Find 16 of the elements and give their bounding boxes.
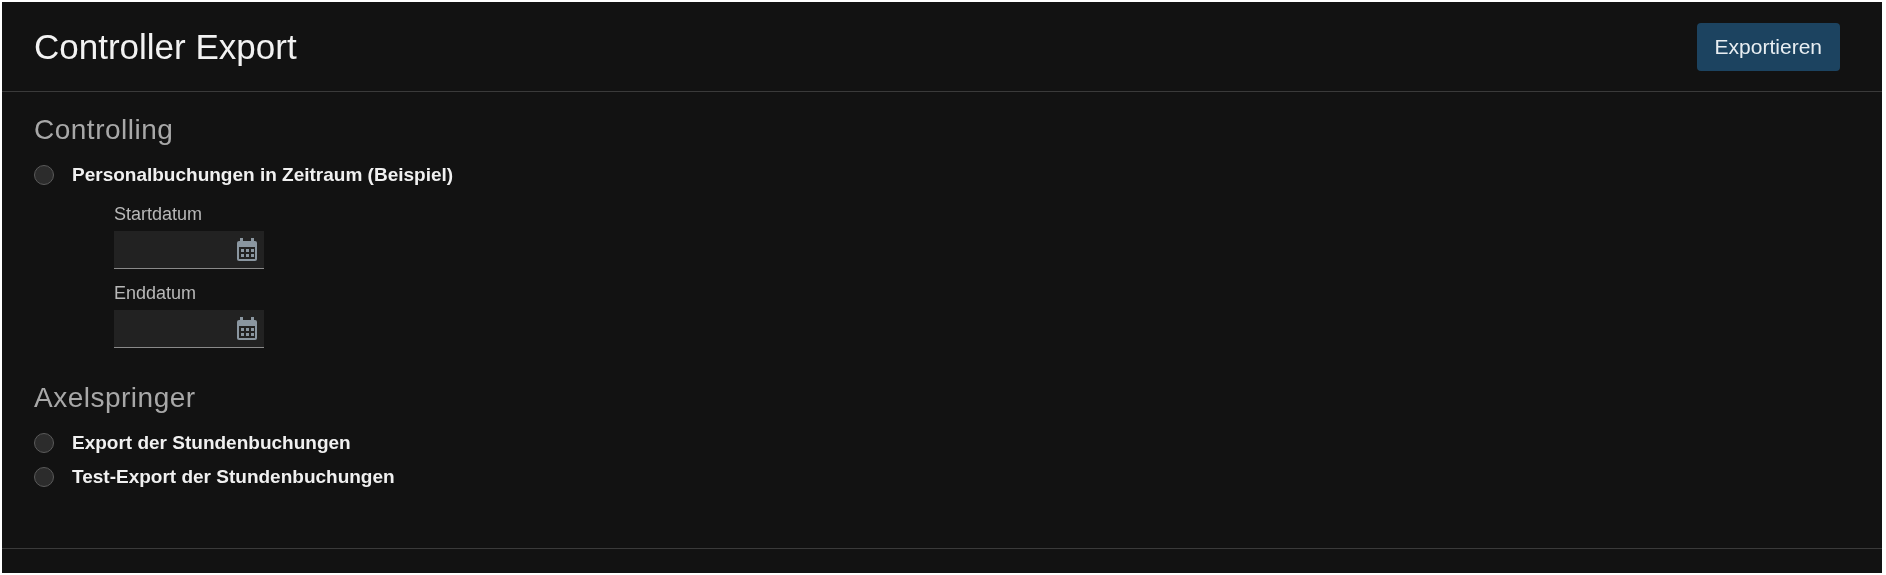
field-label: Enddatum bbox=[114, 283, 198, 304]
option-label[interactable]: Personalbuchungen in Zeitraum (Beispiel) bbox=[72, 164, 454, 186]
page-title: Controller Export bbox=[34, 26, 297, 67]
section-title: Controlling bbox=[34, 114, 175, 146]
option-label[interactable]: Test-Export der Stundenbuchungen bbox=[72, 466, 395, 488]
radio-button[interactable] bbox=[34, 165, 54, 185]
section-title: Axelspringer bbox=[34, 382, 197, 414]
date-field[interactable] bbox=[114, 310, 264, 348]
option-label[interactable]: Export der Stundenbuchungen bbox=[72, 432, 351, 454]
calendar-icon[interactable] bbox=[236, 316, 258, 341]
export-button[interactable]: Exportieren bbox=[1696, 22, 1840, 71]
radio-button[interactable] bbox=[34, 467, 54, 487]
radio-button[interactable] bbox=[34, 433, 54, 453]
field-label: Startdatum bbox=[114, 204, 204, 225]
calendar-icon[interactable] bbox=[236, 237, 258, 262]
date-field[interactable] bbox=[114, 231, 264, 269]
